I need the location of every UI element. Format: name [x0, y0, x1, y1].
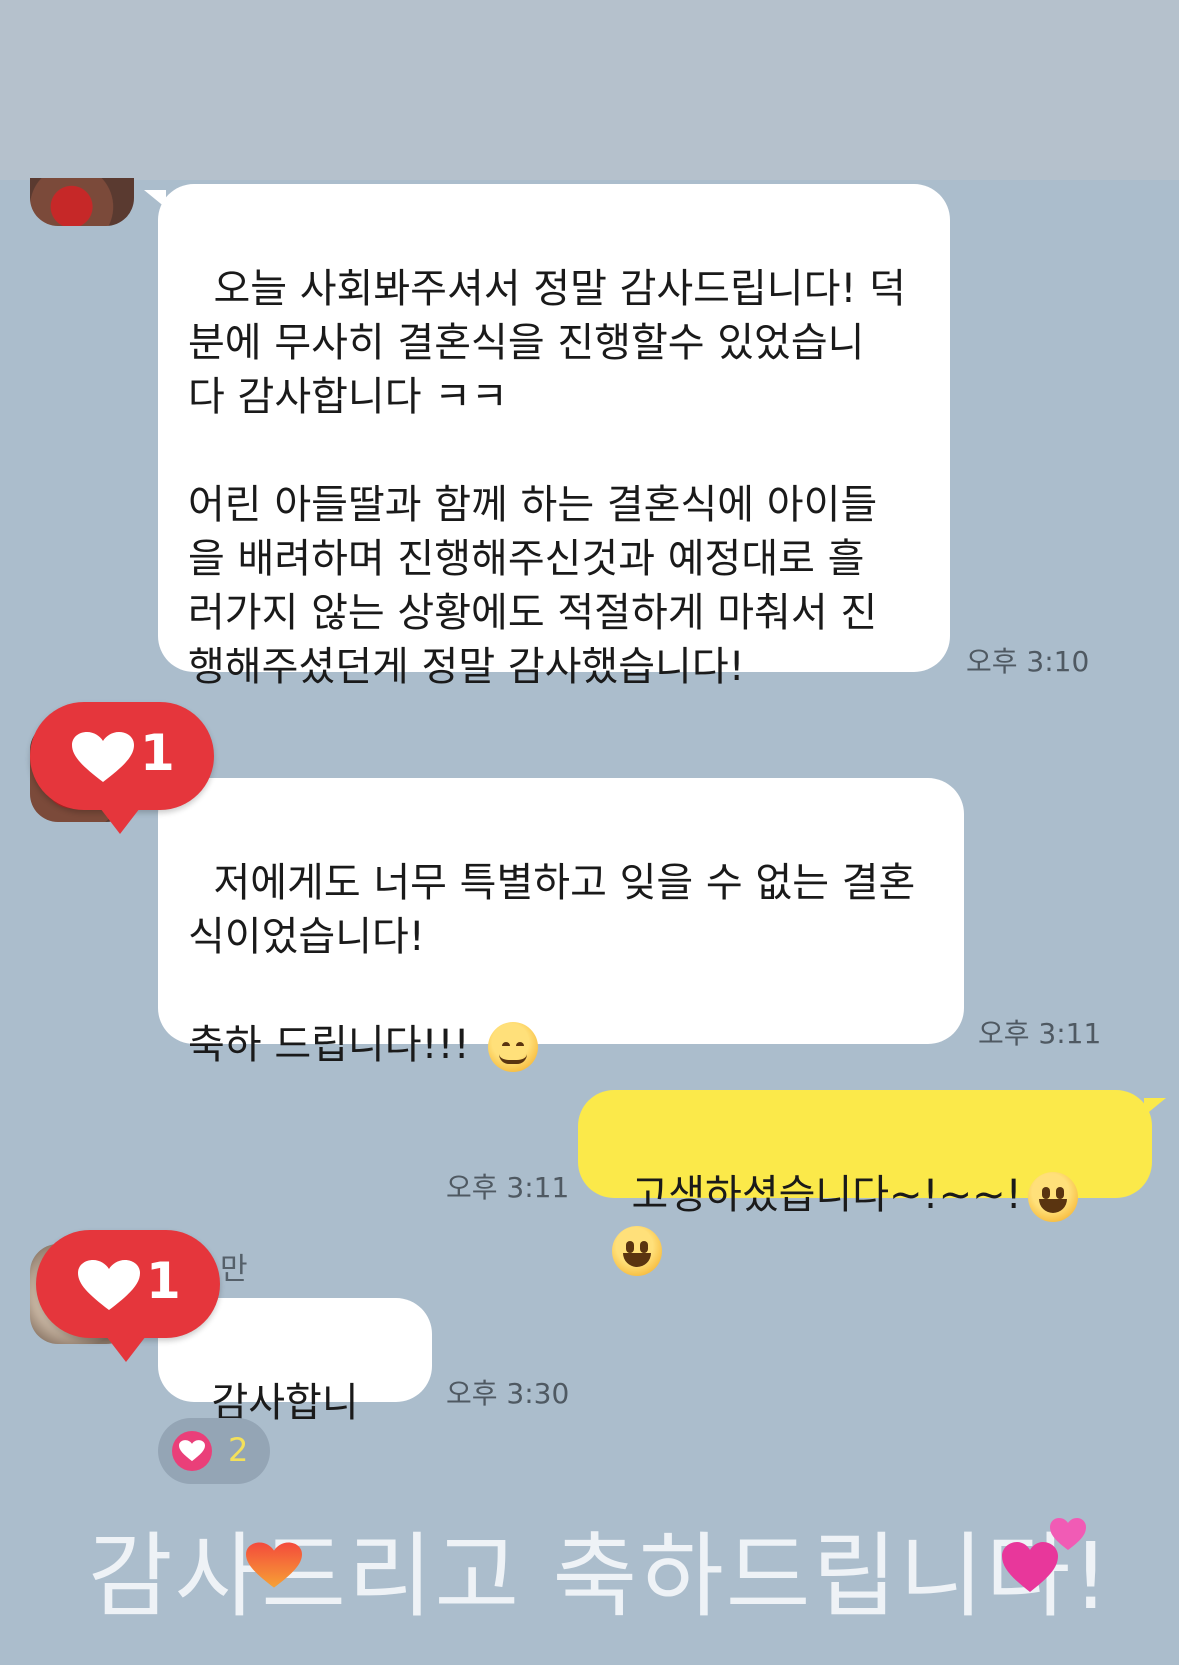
message-bubble-3[interactable]: 고생하셨습니다~!~~!	[578, 1090, 1166, 1276]
message-time: 오후 3:30	[446, 1377, 570, 1410]
message-time: 오후 3:10	[966, 645, 1090, 678]
heart-icon	[78, 1260, 140, 1310]
sender-name: 만	[220, 1252, 248, 1287]
smiling-face-emoji	[488, 1022, 539, 1072]
heart-icon	[72, 732, 134, 782]
avatar[interactable]	[30, 178, 134, 226]
reaction-count-badge[interactable]: 2	[158, 1418, 270, 1484]
message-bubble-1[interactable]: 오늘 사회봐주셔서 정말 감사드립니다! 덕 분에 무사히 결혼식을 진행할수 …	[144, 184, 950, 690]
orange-heart-icon	[246, 1542, 302, 1588]
grinning-face-emoji	[1027, 1172, 1078, 1222]
like-count: 1	[140, 724, 175, 782]
grinning-face-emoji	[612, 1226, 662, 1276]
message-time: 오후 3:11	[446, 1171, 570, 1204]
message-text: 저에게도 너무 특별하고 잊을 수 없는 결혼 식이었습니다! 축하 드립니다!…	[188, 860, 916, 1068]
like-sticker: 1	[36, 1230, 220, 1362]
message-text: 오늘 사회봐주셔서 정말 감사드립니다! 덕 분에 무사히 결혼식을 진행할수 …	[188, 266, 906, 690]
message-text: 고생하셨습니다~!~~!	[631, 1172, 1022, 1218]
heart-icon	[172, 1431, 212, 1471]
reaction-count: 2	[228, 1431, 249, 1469]
like-count: 1	[146, 1252, 181, 1310]
top-bar	[0, 0, 1179, 180]
message-time: 오후 3:11	[978, 1017, 1102, 1050]
story-caption: 감사드리고 축하드립니다!	[88, 1523, 1112, 1630]
message-bubble-2[interactable]: 저에게도 너무 특별하고 잊을 수 없는 결혼 식이었습니다! 축하 드립니다!…	[144, 778, 964, 1072]
two-hearts-icon	[1002, 1518, 1086, 1592]
like-sticker: 1	[30, 702, 214, 834]
